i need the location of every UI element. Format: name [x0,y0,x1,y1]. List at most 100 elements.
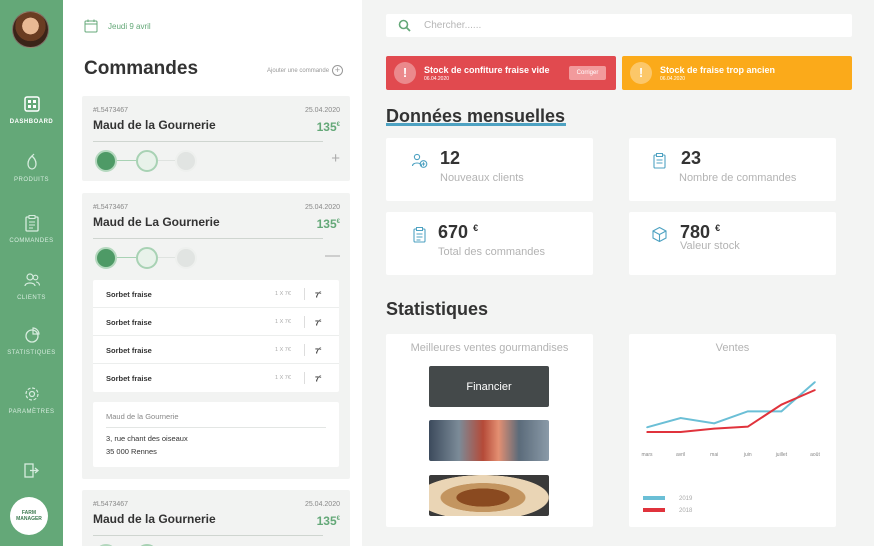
metric-value: 12 [440,148,461,168]
divider [93,141,323,142]
sidebar-item-produits[interactable]: PRODUITS [0,153,63,183]
product-jam-image[interactable] [429,420,549,461]
date-row: Jeudi 9 avril [84,19,151,33]
legend-swatch [643,508,665,513]
order-price: 135€ [316,514,340,528]
order-card[interactable]: #L5473467 25.04.2020 Maud de La Gourneri… [82,193,350,479]
item-qty: 1 X 7€ [275,291,291,297]
step-ready-icon[interactable] [136,247,158,269]
step-delivered-icon[interactable] [175,247,197,269]
logout-icon[interactable] [23,462,40,479]
item-price: 7€ [315,346,322,356]
metric-label: Nouveaux clients [440,172,524,184]
order-date: 25.04.2020 [304,107,340,114]
step-connector [158,160,175,161]
collapse-button[interactable]: — [325,247,340,264]
order-ref: #L5473467 [93,501,129,508]
sidebar-item-label: CLIENTS [17,295,46,301]
data-point [780,410,783,413]
metric-label: Nombre de commandes [679,172,797,184]
sidebar-item-dashboard[interactable]: DASHBOARD [0,95,63,125]
alert-date: 06.04.2020 [660,76,686,82]
item-price: 7€ [315,318,322,328]
sales-panel: Ventes mars avril mai juin juillet août 2019 … [629,334,836,527]
item-name: Sorbet fraise [106,318,152,327]
order-date: 25.04.2020 [304,501,340,508]
legend-label: 2018 [679,508,693,514]
users-icon [23,273,40,287]
box-icon [652,226,667,243]
data-point [814,389,816,391]
expand-button[interactable]: + [331,150,340,167]
x-tick-label: juin [743,452,752,458]
order-ref: #L5473467 [93,107,129,114]
clipboard-icon [413,227,426,243]
order-items: Sorbet fraise 1 X 7€ 7€ Sorbet fraise 1 … [93,280,339,392]
stats-title: Statistiques [386,299,489,319]
search-icon [398,19,411,32]
item-price: 7€ [315,374,322,384]
warning-icon: ! [630,62,652,84]
order-card[interactable]: #L5473467 25.04.2020 Maud de la Gourneri… [82,96,350,181]
divider [106,427,326,428]
divider [304,372,305,384]
data-point [679,431,682,433]
list-item: Sorbet fraise 1 X 7€ 7€ [93,308,339,336]
step-connector [158,257,175,258]
sidebar-item-commandes[interactable]: COMMANDES [0,214,63,244]
data-point [646,426,648,429]
metric-orders-total: 670 € Total des commandes [386,212,593,275]
add-order-button[interactable]: Ajouter une commande + [267,65,344,76]
product-financier-image[interactable]: Financier [429,366,549,407]
product-cookies-image[interactable] [429,475,549,516]
fix-button[interactable]: Corriger [569,66,606,80]
pie-chart-icon [24,327,40,343]
search-bar [386,14,852,37]
step-delivered-icon[interactable] [175,150,197,172]
order-customer: Maud de la Gournerie [93,512,216,526]
item-qty: 1 X 7€ [275,347,291,353]
list-item: Sorbet fraise 1 X 7€ 7€ [93,280,339,308]
order-price: 135€ [316,120,340,134]
brand-logo: FARM MANAGER [10,497,48,535]
sidebar-item-label: COMMANDES [9,238,54,244]
sidebar-item-label: STATISTIQUES [7,350,56,356]
warning-icon: ! [394,62,416,84]
item-name: Sorbet fraise [106,346,152,355]
item-name: Sorbet fraise [106,290,152,299]
legend-swatch [643,496,665,501]
metric-new-clients: 12 Nouveaux clients [386,138,593,201]
series-line-2018 [647,389,816,433]
divider [304,344,305,356]
clipboard-icon [24,215,39,232]
address-line1: 3, rue chant des oiseaux [106,434,188,443]
item-qty: 1 X 7€ [275,319,291,325]
sidebar-item-statistiques[interactable]: STATISTIQUES [0,326,63,356]
step-ready-icon[interactable] [136,150,158,172]
step-prepared-icon[interactable] [95,150,117,172]
add-order-label: Ajouter une commande [267,67,330,74]
order-card[interactable]: #L5473467 25.04.2020 Maud de la Gourneri… [82,490,350,546]
order-customer: Maud de la Gournerie [93,118,216,132]
alert-date: 06.04.2020 [424,76,450,82]
search-input[interactable] [424,17,824,34]
sidebar-item-parametres[interactable]: PARAMÈTRES [0,385,63,415]
sidebar-item-clients[interactable]: CLIENTS [0,271,63,301]
title-underline [386,123,566,126]
alert-title: Stock de fraise trop ancien [660,65,776,75]
data-point [747,410,749,413]
sidebar-item-label: DASHBOARD [9,119,54,125]
address-line2: 35 000 Rennes [106,447,157,456]
metric-label: Total des commandes [438,246,545,258]
avatar[interactable] [12,11,49,48]
metric-orders-count: 23 Nombre de commandes [629,138,836,201]
metric-label: Valeur stock [680,240,740,252]
sidebar-item-label: PARAMÈTRES [8,409,55,415]
item-qty: 1 X 7€ [275,375,291,381]
divider [93,535,323,536]
item-price: 7€ [315,290,322,300]
step-prepared-icon[interactable] [95,247,117,269]
x-tick-label: juillet [775,452,788,458]
user-add-icon [411,153,428,168]
sidebar-item-label: PRODUITS [13,177,49,183]
